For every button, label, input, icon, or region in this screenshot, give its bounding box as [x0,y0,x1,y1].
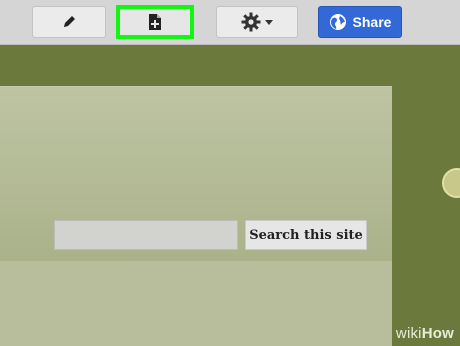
gear-icon [241,12,261,32]
toolbar: Share [0,0,460,45]
settings-button[interactable] [216,6,298,38]
new-page-icon [149,14,161,30]
share-button[interactable]: Share [318,6,402,38]
site-page: Search this site [0,86,392,346]
pencil-icon [64,16,75,27]
new-page-button[interactable] [116,5,194,39]
share-label: Share [352,14,392,30]
search-site-button[interactable]: Search this site [245,220,367,250]
chevron-down-icon [265,19,273,25]
edit-page-button[interactable] [32,6,106,38]
site-search-input[interactable] [54,220,238,250]
wikihow-watermark: wikiHow [396,325,454,342]
scroll-handle[interactable] [442,168,460,198]
watermark-part2: How [421,325,454,342]
globe-icon [329,14,346,30]
watermark-part1: wiki [395,325,422,342]
